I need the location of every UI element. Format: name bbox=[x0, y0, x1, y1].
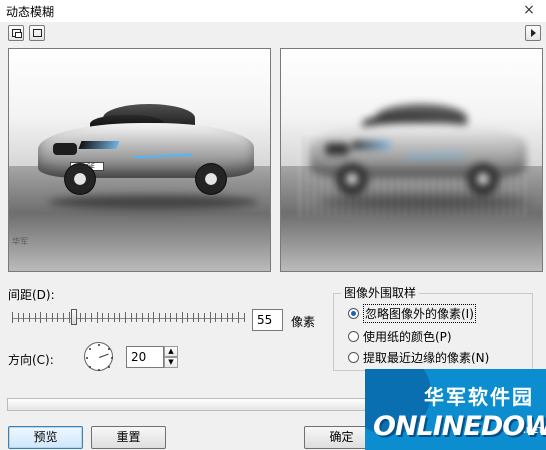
distance-slider-tick bbox=[45, 313, 47, 322]
distance-slider-tick bbox=[130, 313, 132, 322]
distance-slider-tick bbox=[40, 312, 42, 323]
distance-slider-tick bbox=[34, 313, 36, 322]
distance-unit: 像素 bbox=[291, 315, 316, 329]
distance-slider-thumb[interactable] bbox=[71, 309, 77, 325]
expand-arrow-icon[interactable] bbox=[525, 25, 541, 41]
distance-slider-tick bbox=[170, 313, 172, 322]
distance-slider-tick bbox=[198, 313, 200, 322]
distance-slider-tick bbox=[119, 313, 121, 322]
distance-slider-tick bbox=[238, 312, 239, 323]
dial-tick-right bbox=[111, 357, 113, 359]
blurred-car-headlight bbox=[350, 141, 392, 149]
distance-slider-tick bbox=[204, 313, 206, 322]
distance-slider-tick bbox=[125, 312, 126, 323]
distance-slider-tick bbox=[226, 313, 228, 322]
distance-slider-tick bbox=[153, 312, 155, 323]
dial-tick-left bbox=[86, 357, 88, 359]
distance-slider-tick bbox=[243, 313, 245, 322]
original-preview: M·GE 6767 华军 bbox=[8, 48, 271, 272]
blurred-car-shadow bbox=[320, 195, 530, 209]
blurred-rear-wheel bbox=[467, 163, 499, 195]
distance-slider-tick bbox=[85, 313, 87, 322]
car-grille bbox=[53, 143, 77, 155]
distance-slider-tick bbox=[102, 313, 104, 322]
distance-slider-tick bbox=[12, 312, 13, 323]
distance-slider-tick bbox=[221, 313, 223, 322]
direction-spin-down-icon[interactable]: ▼ bbox=[164, 357, 178, 368]
distance-slider-tick bbox=[17, 313, 19, 322]
dial-tick-bottom-right bbox=[108, 366, 110, 368]
car-shadow bbox=[48, 195, 258, 209]
radio-unchecked-icon[interactable] bbox=[348, 330, 359, 342]
radio-checked-icon[interactable] bbox=[348, 307, 359, 319]
distance-slider-tick bbox=[232, 313, 234, 322]
rear-wheel bbox=[195, 163, 227, 195]
dial-tick-top bbox=[98, 344, 100, 346]
distance-slider-tick bbox=[79, 313, 81, 322]
use-paper-color-label[interactable]: 使用纸的颜色(P) bbox=[363, 328, 452, 345]
window-layout-icon[interactable] bbox=[8, 25, 24, 41]
distance-slider-tick bbox=[158, 313, 160, 322]
distance-slider-tick bbox=[215, 313, 217, 322]
single-preview-icon[interactable] bbox=[29, 25, 45, 41]
distance-slider-tick bbox=[192, 313, 194, 322]
onlinedown-watermark: 华军软件园 ONLINEDOWN .NET bbox=[365, 369, 546, 450]
ignore-outside-pixels-label[interactable]: 忽略图像外的像素(I) bbox=[363, 303, 476, 323]
distance-slider-tick bbox=[113, 313, 115, 322]
distance-slider-tick bbox=[62, 313, 64, 322]
title-bar: 动态模糊 × bbox=[0, 0, 546, 22]
blurred-preview bbox=[280, 48, 543, 272]
distance-slider-tick bbox=[96, 312, 98, 323]
blurred-front-wheel bbox=[336, 163, 368, 195]
car-image: M·GE 6767 bbox=[28, 83, 268, 209]
dial-tick-bottom-left bbox=[89, 366, 91, 368]
motion-blur-dialog: 动态模糊 × M·GE 6767 华军 bbox=[0, 0, 546, 450]
distance-slider-tick bbox=[28, 313, 30, 322]
ignore-outside-pixels-option[interactable]: 忽略图像外的像素(I) bbox=[348, 303, 476, 323]
direction-input[interactable]: 20 bbox=[126, 346, 164, 368]
preview-button[interactable]: 预览 bbox=[8, 426, 83, 449]
nearest-edge-pixels-label[interactable]: 提取最近边缘的像素(N) bbox=[363, 349, 489, 366]
watermark-english-text: ONLINEDOWN bbox=[373, 411, 546, 442]
distance-slider-tick bbox=[23, 313, 25, 322]
distance-slider-tick bbox=[136, 313, 138, 322]
progress-bar bbox=[7, 398, 378, 411]
direction-label: 方向(C): bbox=[8, 353, 54, 367]
small-watermark: 华军 bbox=[12, 237, 28, 246]
distance-slider-tick bbox=[108, 313, 110, 322]
distance-slider-tick bbox=[209, 312, 211, 323]
use-paper-color-option[interactable]: 使用纸的颜色(P) bbox=[348, 328, 452, 344]
distance-slider-tick bbox=[57, 313, 59, 322]
distance-slider-tick bbox=[164, 313, 166, 322]
distance-slider-tick bbox=[141, 313, 143, 322]
reset-button[interactable]: 重置 bbox=[91, 426, 166, 449]
distance-slider-tick bbox=[51, 313, 53, 322]
watermark-chinese-text: 华军软件园 bbox=[424, 385, 534, 409]
distance-slider-tick bbox=[187, 313, 189, 322]
close-icon[interactable]: × bbox=[520, 1, 538, 19]
sampling-group-title: 图像外围取样 bbox=[341, 284, 420, 301]
blurred-car-image bbox=[300, 83, 540, 209]
dial-tick-top-right bbox=[108, 348, 110, 350]
distance-slider-tick bbox=[175, 313, 177, 322]
direction-dial-pointer bbox=[99, 353, 109, 358]
car-headlight bbox=[78, 141, 120, 149]
dial-tick-top-left bbox=[89, 348, 91, 350]
dial-tick-bottom bbox=[98, 369, 100, 371]
front-wheel bbox=[64, 163, 96, 195]
distance-label: 间距(D): bbox=[8, 288, 55, 302]
direction-dial[interactable] bbox=[84, 342, 113, 371]
distance-slider-tick bbox=[181, 312, 183, 323]
nearest-edge-pixels-option[interactable]: 提取最近边缘的像素(N) bbox=[348, 349, 489, 365]
distance-slider-tick bbox=[91, 313, 93, 322]
blurred-car-grille bbox=[325, 143, 349, 155]
radio-unchecked-icon[interactable] bbox=[348, 351, 359, 363]
watermark-suffix: .NET bbox=[523, 426, 544, 435]
direction-spin-up-icon[interactable]: ▲ bbox=[164, 346, 178, 357]
distance-slider-tick bbox=[147, 313, 149, 322]
distance-input[interactable]: 55 bbox=[252, 309, 283, 331]
window-title: 动态模糊 bbox=[6, 5, 55, 19]
distance-slider-tick bbox=[68, 312, 70, 323]
